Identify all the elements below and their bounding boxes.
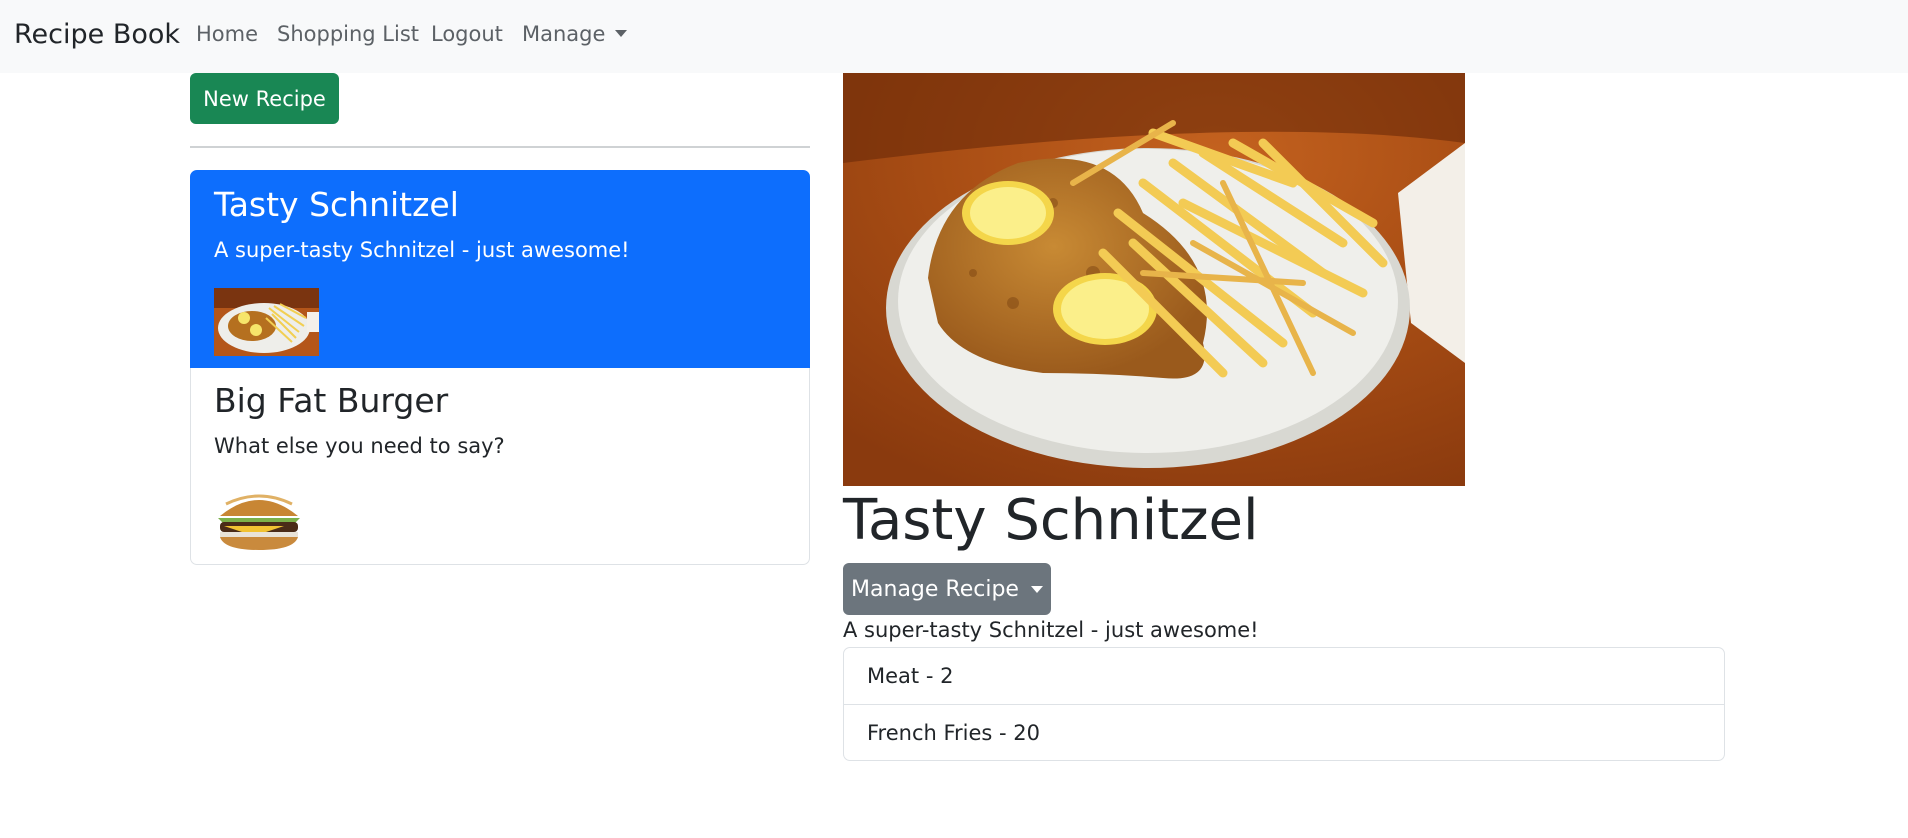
manage-dropdown[interactable]: Manage [522, 22, 628, 46]
divider [190, 146, 810, 148]
recipe-item-description: A super-tasty Schnitzel - just awesome! [214, 238, 630, 262]
manage-dropdown-label: Manage [522, 22, 606, 46]
ingredient-list: Meat - 2 French Fries - 20 [843, 647, 1725, 761]
recipe-detail-title: Tasty Schnitzel [843, 488, 1259, 553]
recipe-detail-image [843, 73, 1465, 486]
manage-recipe-button[interactable]: Manage Recipe [843, 563, 1051, 615]
ingredient-item[interactable]: French Fries - 20 [844, 704, 1724, 760]
recipe-item-description: What else you need to say? [214, 434, 505, 458]
recipe-item-tasty-schnitzel[interactable]: Tasty Schnitzel A super-tasty Schnitzel … [190, 170, 810, 368]
nav-link-home[interactable]: Home [196, 22, 258, 46]
nav-link-logout[interactable]: Logout [431, 22, 503, 46]
recipe-detail-description: A super-tasty Schnitzel - just awesome! [843, 618, 1259, 642]
recipe-thumbnail-schnitzel [214, 288, 319, 356]
new-recipe-button[interactable]: New Recipe [190, 73, 339, 124]
recipe-list: Tasty Schnitzel A super-tasty Schnitzel … [190, 170, 810, 565]
brand-link[interactable]: Recipe Book [14, 19, 180, 50]
ingredient-item[interactable]: Meat - 2 [844, 648, 1724, 704]
recipe-item-name: Tasty Schnitzel [214, 185, 459, 224]
recipe-item-name: Big Fat Burger [214, 381, 449, 420]
recipe-thumbnail-burger [214, 484, 304, 552]
caret-down-icon [615, 30, 628, 37]
recipe-item-big-fat-burger[interactable]: Big Fat Burger What else you need to say… [190, 368, 810, 565]
caret-down-icon [1030, 585, 1043, 593]
nav-link-shopping-list[interactable]: Shopping List [277, 22, 419, 46]
manage-recipe-label: Manage Recipe [851, 576, 1019, 602]
navbar: Recipe Book Home Shopping List Logout Ma… [0, 0, 1908, 73]
